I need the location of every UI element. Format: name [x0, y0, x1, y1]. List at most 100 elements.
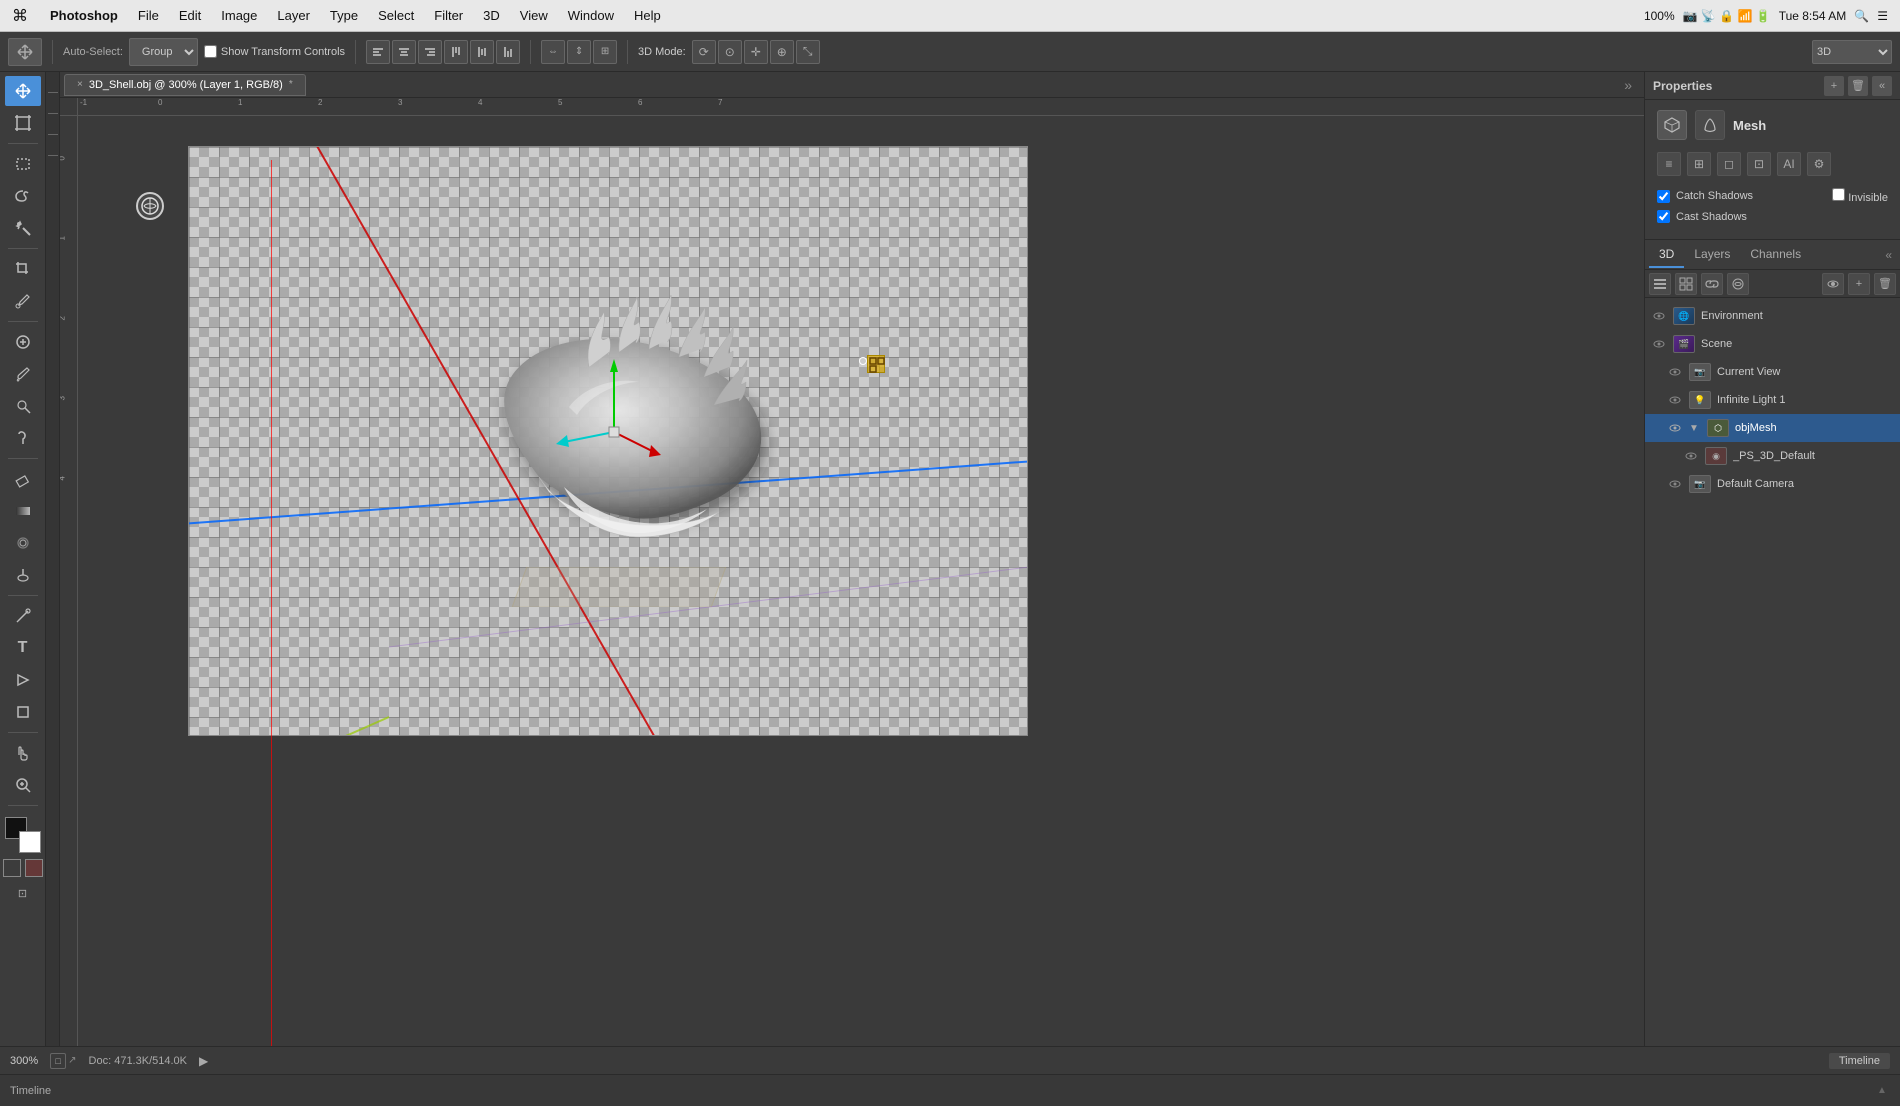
- menu-layer[interactable]: Layer: [267, 0, 320, 31]
- blur-tool[interactable]: [5, 528, 41, 558]
- pen-tool[interactable]: [5, 601, 41, 631]
- 3d-navigation-indicator[interactable]: [136, 192, 164, 220]
- scale-3d-btn[interactable]: ⤡: [796, 40, 820, 64]
- show-transform-label[interactable]: Show Transform Controls: [221, 46, 345, 58]
- text-tool[interactable]: T: [5, 633, 41, 663]
- invisible-label[interactable]: Invisible: [1848, 192, 1888, 204]
- apple-menu[interactable]: ⌘: [0, 6, 40, 26]
- brush-tool[interactable]: [5, 359, 41, 389]
- layer-item-environment[interactable]: 🌐 Environment: [1645, 302, 1900, 330]
- layer-grid-view-btn[interactable]: [1675, 273, 1697, 295]
- align-bottom-btn[interactable]: [496, 40, 520, 64]
- menu-view[interactable]: View: [510, 0, 558, 31]
- zoom-controls[interactable]: □ ↗: [50, 1053, 76, 1069]
- lasso-tool[interactable]: [5, 181, 41, 211]
- sidebar-toggle-icon[interactable]: ☰: [1877, 9, 1888, 23]
- menu-type[interactable]: Type: [320, 0, 368, 31]
- properties-collapse-btn[interactable]: «: [1872, 76, 1892, 96]
- menu-photoshop[interactable]: Photoshop: [40, 0, 128, 31]
- canvas-document[interactable]: [188, 146, 1028, 736]
- doc-info-arrow[interactable]: ▶: [199, 1054, 208, 1068]
- slide-3d-btn[interactable]: ⊕: [770, 40, 794, 64]
- screen-mode-btn[interactable]: ⊡: [18, 887, 27, 900]
- artboard-tool[interactable]: [5, 108, 41, 138]
- properties-tool-3[interactable]: ◻: [1717, 152, 1741, 176]
- dist-v-btn[interactable]: ⇕: [567, 40, 591, 64]
- layer-vis-infinite-light[interactable]: [1667, 392, 1683, 408]
- menu-image[interactable]: Image: [211, 0, 267, 31]
- layer-vis-environment[interactable]: [1651, 308, 1667, 324]
- cast-shadows-checkbox[interactable]: [1657, 210, 1670, 223]
- roll-3d-btn[interactable]: ⊙: [718, 40, 742, 64]
- layer-expand-objmesh[interactable]: ▼: [1689, 423, 1699, 434]
- align-top-btn[interactable]: [444, 40, 468, 64]
- standard-mode[interactable]: [3, 859, 21, 877]
- properties-tool-6[interactable]: ⚙: [1807, 152, 1831, 176]
- layer-visibility-btn[interactable]: [1822, 273, 1844, 295]
- menu-window[interactable]: Window: [558, 0, 624, 31]
- search-icon[interactable]: 🔍: [1854, 9, 1869, 23]
- tab-3d[interactable]: 3D: [1649, 242, 1684, 268]
- move-tool-btn[interactable]: [8, 38, 42, 66]
- properties-tool-2[interactable]: ⊞: [1687, 152, 1711, 176]
- quickmask-mode[interactable]: [25, 859, 43, 877]
- layer-item-ps3d-default[interactable]: ◉ _PS_3D_Default: [1645, 442, 1900, 470]
- menu-file[interactable]: File: [128, 0, 169, 31]
- history-brush-tool[interactable]: [5, 423, 41, 453]
- timeline-collapse-btn[interactable]: ▲: [1874, 1083, 1890, 1099]
- layer-vis-scene[interactable]: [1651, 336, 1667, 352]
- magic-wand[interactable]: [5, 213, 41, 243]
- properties-mesh-icon-btn[interactable]: [1657, 110, 1687, 140]
- properties-tool-4[interactable]: ⊡: [1747, 152, 1771, 176]
- align-left-btn[interactable]: [366, 40, 390, 64]
- catch-shadows-checkbox[interactable]: [1657, 190, 1670, 203]
- eyedropper-tool[interactable]: [5, 286, 41, 316]
- menu-filter[interactable]: Filter: [424, 0, 473, 31]
- hand-tool[interactable]: [5, 738, 41, 768]
- dist-h-btn[interactable]: ⇔: [541, 40, 565, 64]
- properties-tool-5[interactable]: AI: [1777, 152, 1801, 176]
- layer-item-default-camera[interactable]: 📷 Default Camera: [1645, 470, 1900, 498]
- background-color[interactable]: [19, 831, 41, 853]
- shape-tool[interactable]: [5, 697, 41, 727]
- document-tab[interactable]: × 3D_Shell.obj @ 300% (Layer 1, RGB/8) *: [64, 74, 306, 96]
- layer-item-objmesh[interactable]: ▼ ⬡ objMesh: [1645, 414, 1900, 442]
- panel-collapse-btn[interactable]: «: [1881, 248, 1896, 262]
- eraser-tool[interactable]: [5, 464, 41, 494]
- rectangular-marquee[interactable]: [5, 149, 41, 179]
- zoom-tool[interactable]: [5, 770, 41, 800]
- align-right-btn[interactable]: [418, 40, 442, 64]
- layer-fx-btn[interactable]: [1727, 273, 1749, 295]
- align-center-h-btn[interactable]: [392, 40, 416, 64]
- dodge-tool[interactable]: [5, 560, 41, 590]
- layer-vis-ps3d-default[interactable]: [1683, 448, 1699, 464]
- color-swatches[interactable]: [5, 817, 41, 853]
- dist-spacing-btn[interactable]: ⊞: [593, 40, 617, 64]
- timeline-tab-btn[interactable]: Timeline: [1829, 1053, 1890, 1069]
- cast-shadows-label[interactable]: Cast Shadows: [1676, 211, 1747, 223]
- tab-layers[interactable]: Layers: [1684, 242, 1740, 268]
- properties-delete-btn[interactable]: 🗑: [1848, 76, 1868, 96]
- viewport[interactable]: [78, 116, 1644, 1046]
- invisible-checkbox[interactable]: [1832, 188, 1845, 201]
- menu-help[interactable]: Help: [624, 0, 671, 31]
- layer-item-infinite-light[interactable]: 💡 Infinite Light 1: [1645, 386, 1900, 414]
- tab-close-btn[interactable]: ×: [77, 79, 83, 90]
- auto-select-dropdown[interactable]: Group Layer: [129, 38, 198, 66]
- layer-delete-btn[interactable]: 🗑: [1874, 273, 1896, 295]
- layer-vis-objmesh[interactable]: [1667, 420, 1683, 436]
- properties-deform-icon-btn[interactable]: [1695, 110, 1725, 140]
- menu-select[interactable]: Select: [368, 0, 424, 31]
- properties-new-btn[interactable]: +: [1824, 76, 1844, 96]
- layer-link-btn[interactable]: [1701, 273, 1723, 295]
- properties-tool-1[interactable]: ≡: [1657, 152, 1681, 176]
- view-3d-dropdown[interactable]: 3D: [1812, 40, 1892, 64]
- align-middle-btn[interactable]: [470, 40, 494, 64]
- tab-channels[interactable]: Channels: [1740, 242, 1811, 268]
- menu-3d[interactable]: 3D: [473, 0, 510, 31]
- crop-tool[interactable]: [5, 254, 41, 284]
- layer-item-current-view[interactable]: 📷 Current View: [1645, 358, 1900, 386]
- catch-shadows-label[interactable]: Catch Shadows: [1676, 190, 1753, 202]
- tab-bar-collapse[interactable]: »: [1616, 77, 1640, 93]
- rotate-3d-btn[interactable]: ⟳: [692, 40, 716, 64]
